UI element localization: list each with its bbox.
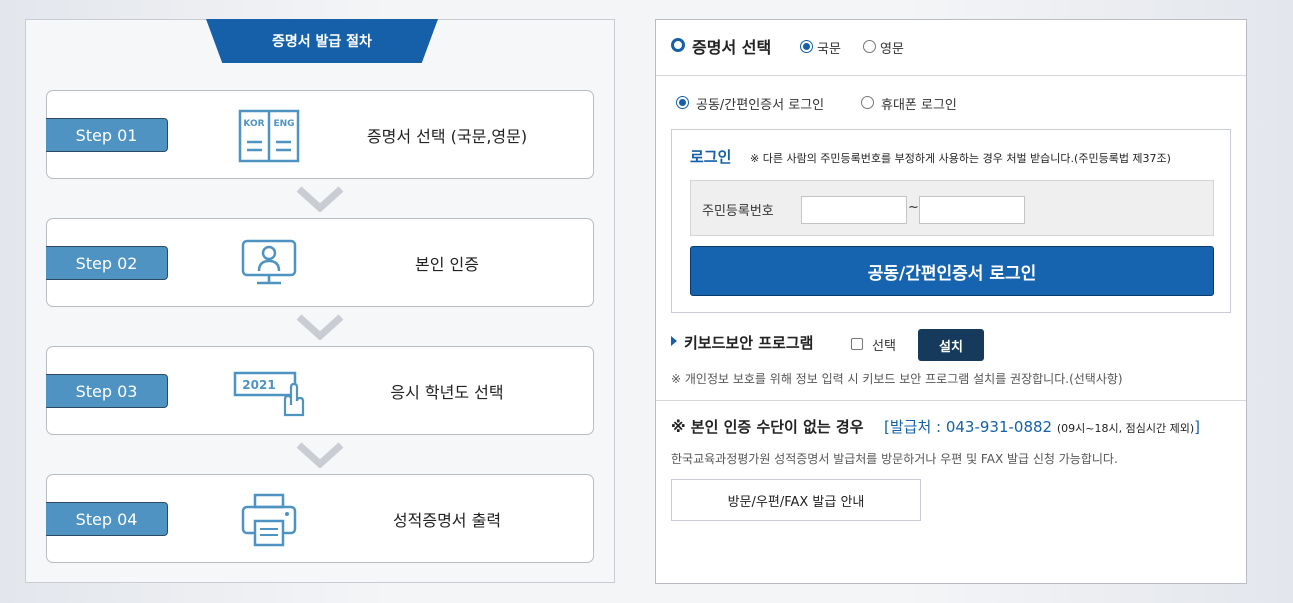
certificate-select-title: 증명서 선택	[692, 38, 772, 57]
step-04-text: 성적증명서 출력	[392, 510, 502, 530]
chevron-down-icon	[296, 314, 344, 340]
no-auth-description: 한국교육과정평가원 성적증명서 발급처를 방문하거나 우편 및 FAX 발급 신…	[671, 452, 1118, 466]
radio-english-label[interactable]: 영문	[880, 38, 904, 57]
keyboard-security-title: 키보드보안 프로그램	[684, 334, 814, 352]
resident-number-row: 주민등록번호 ~	[690, 180, 1214, 236]
section-bullet-icon	[671, 38, 685, 52]
resident-number-label: 주민등록번호	[702, 204, 774, 219]
no-auth-contact: [발급처 : 043-931-0882 (09시~18시, 점심시간 제외)]	[884, 416, 1200, 437]
step-04-badge: Step 04	[46, 502, 168, 536]
radio-phone-login-label[interactable]: 휴대폰 로그인	[881, 94, 957, 113]
step-03-badge: Step 03	[46, 374, 168, 408]
resident-number-first-input[interactable]	[801, 196, 907, 224]
resident-number-second-input[interactable]	[919, 196, 1025, 224]
cert-login-button[interactable]: 공동/간편인증서 로그인	[690, 246, 1214, 296]
radio-cert-login[interactable]	[676, 96, 689, 109]
radio-english[interactable]	[863, 40, 876, 53]
step-04-box: Step 04 성적증명서 출력	[46, 474, 594, 563]
step-01-box: Step 01 KOR ENG 증명서 선택 (국문,영문)	[46, 90, 594, 179]
book-kor-eng-icon: KOR ENG	[238, 109, 300, 163]
issuance-guide-button[interactable]: 방문/우편/FAX 발급 안내	[671, 479, 921, 521]
radio-phone-login[interactable]	[861, 96, 874, 109]
keyboard-security-checkbox[interactable]	[851, 338, 863, 350]
step-03-box: Step 03 2021 응시 학년도 선택	[46, 346, 594, 435]
no-auth-title: ※ 본인 인증 수단이 없는 경우	[671, 418, 864, 436]
step-01-text: 증명서 선택 (국문,영문)	[366, 126, 528, 146]
resident-number-separator: ~	[908, 200, 919, 215]
chevron-down-icon	[296, 186, 344, 212]
step-02-badge: Step 02	[46, 246, 168, 280]
login-box: 로그인 ※ 다른 사람의 주민등록번호를 부정하게 사용하는 경우 처벌 받습니…	[671, 129, 1231, 313]
certificate-form-panel: 증명서 선택 국문 영문 공동/간편인증서 로그인 휴대폰 로그인 로그인 ※ …	[655, 19, 1247, 584]
contact-phone: [발급처 : 043-931-0882	[884, 418, 1053, 436]
login-title: 로그인	[690, 148, 732, 166]
icon-eng-label: ENG	[273, 119, 294, 129]
printer-icon	[241, 493, 297, 547]
issuance-procedure-panel: 증명서 발급 절차 Step 01 KOR ENG 증명서 선택 (국문,영문)…	[25, 19, 615, 583]
chevron-down-icon	[296, 442, 344, 468]
install-button[interactable]: 설치	[918, 329, 984, 361]
step-02-text: 본인 인증	[415, 254, 479, 274]
step-02-box: Step 02 본인 인증	[46, 218, 594, 307]
certificate-select-header: 증명서 선택 국문 영문	[656, 20, 1246, 76]
icon-year-label: 2021	[242, 378, 275, 392]
monitor-user-icon	[241, 239, 297, 285]
procedure-title: 증명서 발급 절차	[206, 19, 438, 63]
triangle-right-icon	[671, 336, 677, 346]
radio-cert-login-label[interactable]: 공동/간편인증서 로그인	[696, 94, 824, 113]
login-warning: ※ 다른 사람의 주민등록번호를 부정하게 사용하는 경우 처벌 받습니다.(주…	[750, 152, 1171, 165]
keyboard-security-checkbox-label[interactable]: 선택	[872, 335, 896, 354]
radio-korean-label[interactable]: 국문	[817, 38, 841, 57]
section-divider	[656, 400, 1246, 401]
step-03-text: 응시 학년도 선택	[390, 382, 504, 402]
icon-kor-label: KOR	[243, 119, 264, 129]
step-01-badge: Step 01	[46, 118, 168, 152]
radio-korean[interactable]	[800, 40, 813, 53]
contact-hours: (09시~18시, 점심시간 제외)	[1056, 422, 1195, 435]
contact-bracket-close: ]	[1194, 418, 1200, 436]
year-select-hand-icon: 2021	[233, 371, 305, 417]
keyboard-security-note: ※ 개인정보 보호를 위해 정보 입력 시 키보드 보안 프로그램 설치를 권장…	[671, 372, 1123, 386]
